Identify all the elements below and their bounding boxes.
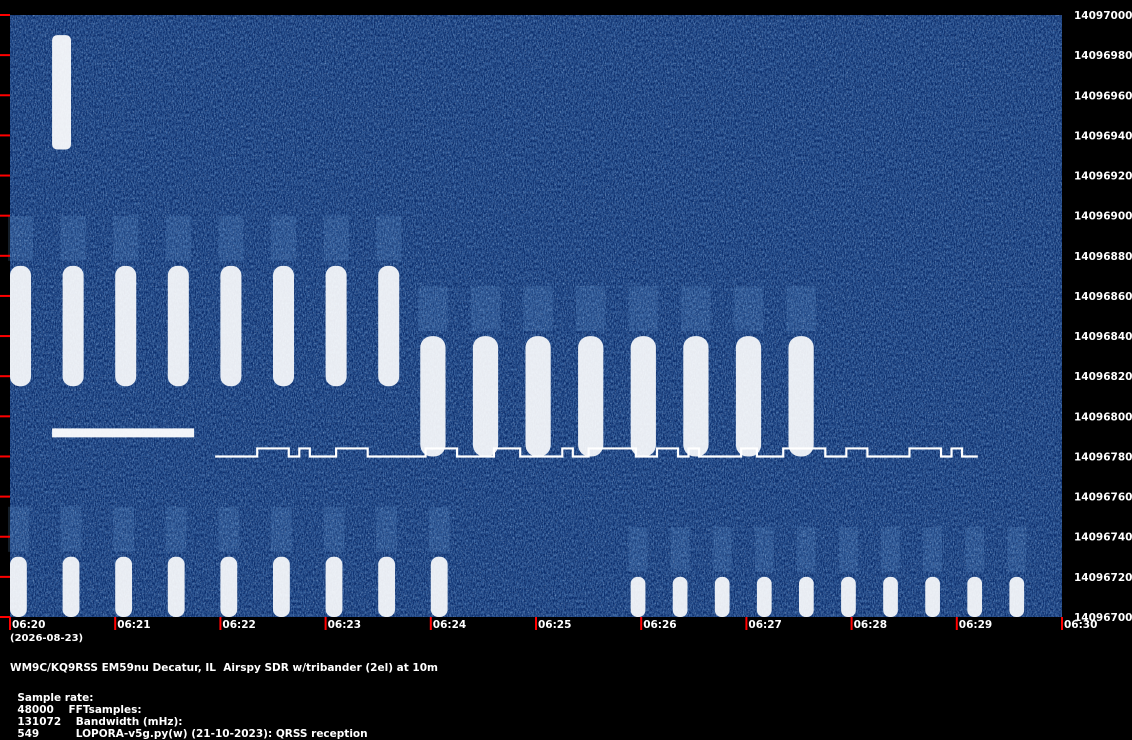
- y-tick-label: 14096720: [1074, 572, 1132, 584]
- x-tick-label: 06:30: [1064, 619, 1097, 631]
- y-tick-label: 14096780: [1074, 451, 1132, 463]
- y-tick-label: 14096860: [1074, 291, 1132, 303]
- spectrogram-chart: 14097000 14096980 14096960 14096940 14096920…: [0, 10, 1132, 644]
- x-tick-label: 06:21: [117, 619, 150, 631]
- x-tick-label: 06:25: [538, 619, 571, 631]
- x-tick-label: 06:26: [643, 619, 676, 631]
- y-tick-label: 14096880: [1074, 251, 1132, 263]
- fft-value: 131072: [17, 716, 62, 728]
- x-tick-label: 06:28: [854, 619, 887, 631]
- y-tick-label: 14096800: [1074, 411, 1132, 423]
- y-tick-label: 14096920: [1074, 171, 1132, 183]
- signal-speckle: [10, 15, 1062, 617]
- sample-rate-value: 48000: [17, 704, 54, 716]
- footer-station: WM9C/KQ9RSS EM59nu Decatur, IL Airspy SD…: [10, 662, 438, 674]
- fft-label: FFTsamples:: [68, 704, 142, 716]
- y-tick-label: 14096740: [1074, 532, 1132, 544]
- footer-params: Sample rate: 48000 FFTsamples: 131072 Ba…: [10, 680, 368, 740]
- x-tick-label: 06:27: [748, 619, 781, 631]
- y-tick-label: 14096760: [1074, 492, 1132, 504]
- x-axis-date: (2026-08-23): [10, 633, 83, 644]
- y-tick-label: 14096940: [1074, 130, 1132, 142]
- x-tick-label: 06:24: [433, 619, 466, 631]
- signal-grain: [10, 15, 1062, 617]
- bandwidth-value: 549: [17, 728, 40, 740]
- x-tick-label: 06:23: [328, 619, 361, 631]
- y-tick-label: 14097000: [1074, 10, 1132, 22]
- y-tick-label: 14096900: [1074, 211, 1132, 223]
- x-tick-label: 06:22: [222, 619, 255, 631]
- y-tick-label: 14096960: [1074, 90, 1132, 102]
- y-tick-label: 14096980: [1074, 50, 1132, 62]
- sample-rate-label: Sample rate:: [17, 692, 94, 704]
- y-tick-label: 14096820: [1074, 371, 1132, 383]
- x-tick-label: 06:29: [959, 619, 992, 631]
- software-label: LOPORA-v5g.py(w) (21-10-2023): QRSS rece…: [75, 728, 368, 740]
- y-tick-label: 14096840: [1074, 331, 1132, 343]
- x-axis: 06:20 06:21 06:22 06:23 06:24 06:25 06:26 06:27…: [9, 617, 1097, 631]
- x-tick-label: 06:20: [12, 619, 45, 631]
- bandwidth-label: Bandwidth (mHz):: [75, 716, 183, 728]
